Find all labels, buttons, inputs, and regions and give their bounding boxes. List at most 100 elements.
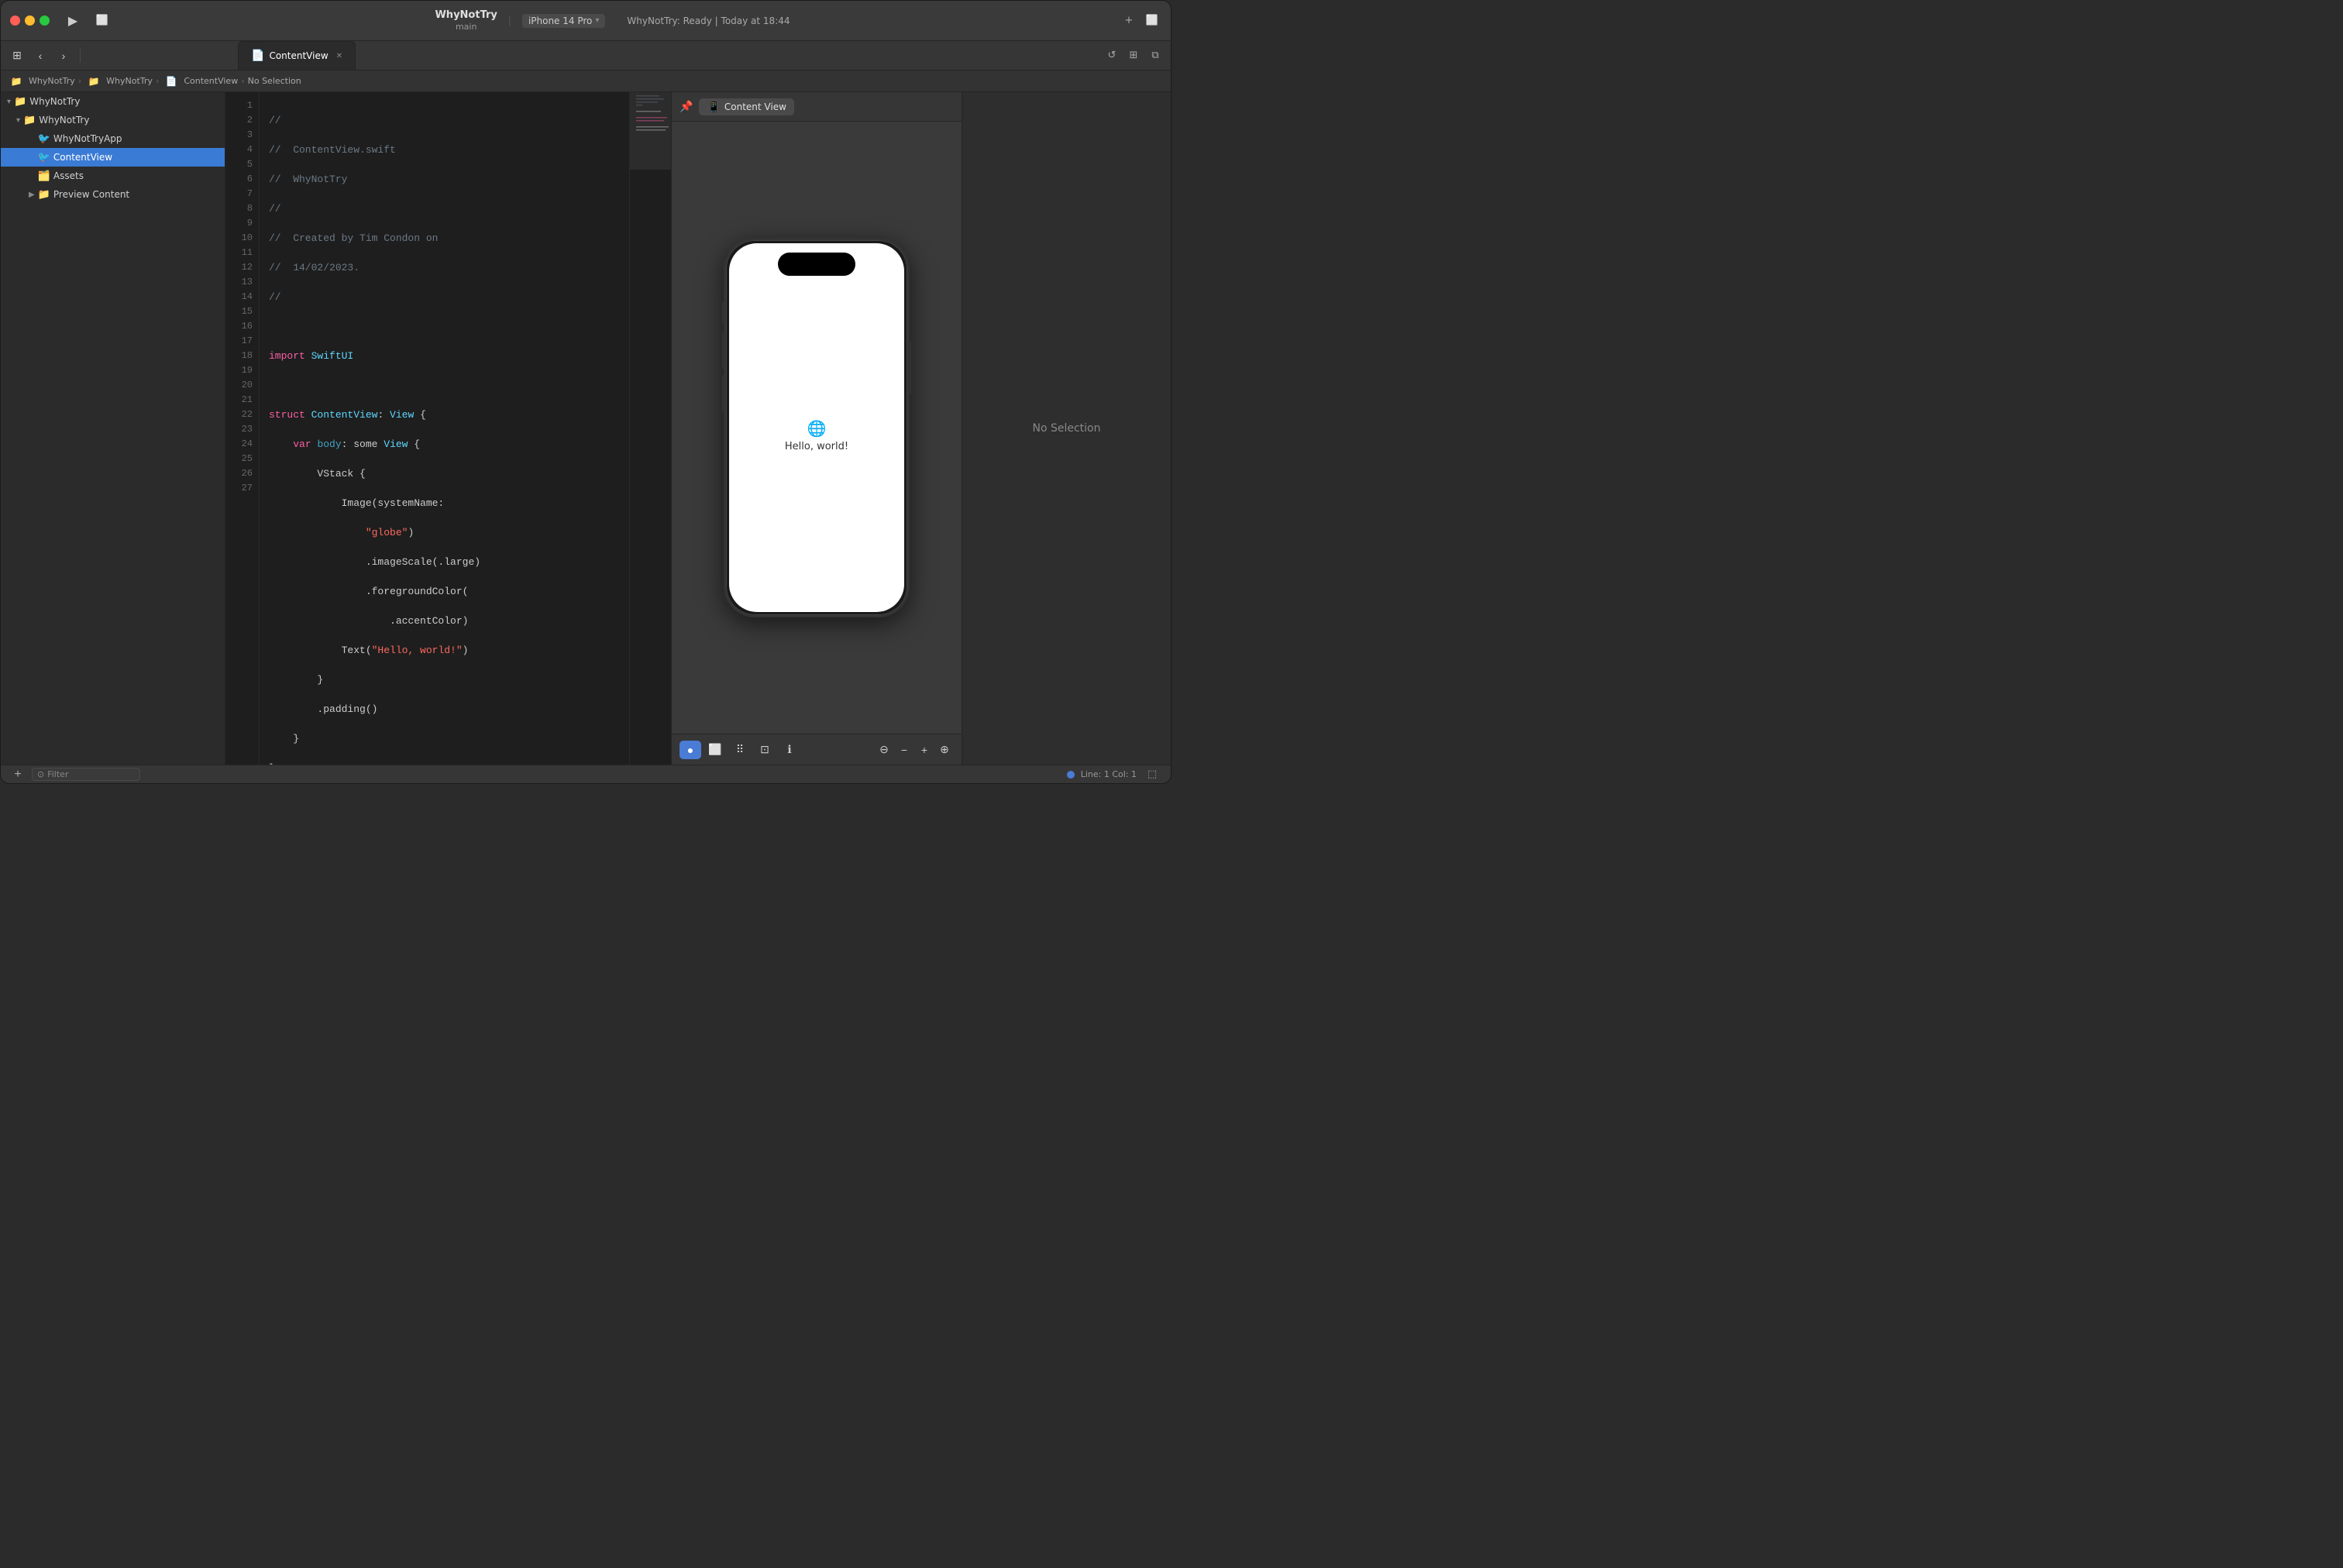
duplicate-view-button[interactable]: ⊡ <box>754 741 776 759</box>
zoom-fit-button[interactable]: ⊖ <box>875 741 893 758</box>
minimize-button[interactable] <box>25 15 35 26</box>
sidebar-item-whynottry-root[interactable]: ▾ 📁 WhyNotTry <box>1 92 225 111</box>
zoom-out-button[interactable]: − <box>895 741 913 758</box>
run-button[interactable]: ▶ <box>62 12 84 29</box>
titlebar: ▶ ⬜ WhyNotTry main | iPhone 14 Pro ▾ Why… <box>1 1 1171 41</box>
sidebar-item-label: WhyNotTry <box>29 96 80 107</box>
zoom-fill-button[interactable]: ⊕ <box>935 741 954 758</box>
device-preview-button[interactable]: ⬜ <box>704 741 726 759</box>
folder-icon: 📁 <box>38 189 50 201</box>
code-content[interactable]: // // ContentView.swift // WhyNotTry // … <box>260 92 629 765</box>
minimap-svg <box>630 92 671 247</box>
preview-device-icon: 📱 <box>707 101 720 113</box>
sidebar-item-contentview[interactable]: ▶ 🐦 ContentView <box>1 148 225 167</box>
breadcrumb-tab-bar: iPhone 14 Pro ▾ <box>522 14 605 28</box>
dynamic-island <box>778 253 855 276</box>
file-icon: 🐦 <box>38 133 50 145</box>
preview-header: 📌 📱 Content View <box>672 92 962 122</box>
sidebar-item-label: Assets <box>53 170 84 181</box>
iphone-volume-up-button <box>722 332 724 369</box>
folder-icon: 📁 <box>23 115 36 126</box>
project-info: WhyNotTry main <box>435 9 497 32</box>
build-status: WhyNotTry: Ready | Today at 18:44 <box>627 15 790 26</box>
status-indicator <box>1067 771 1075 779</box>
breadcrumb-back-button[interactable]: ‹ <box>30 47 50 64</box>
contentview-tab[interactable]: 📄 ContentView ✕ <box>238 41 356 70</box>
disclosure-icon: ▾ <box>16 116 20 125</box>
preview-tools-right: ⊖ − + ⊕ <box>875 741 954 758</box>
info-button[interactable]: ℹ <box>779 741 800 759</box>
preview-toolbar: ● ⬜ ⠿ ⊡ ℹ ⊖ − + ⊕ <box>672 734 962 765</box>
breadcrumb-part-4[interactable]: No Selection <box>248 76 301 86</box>
add-icon[interactable]: + <box>1120 12 1138 30</box>
project-name: WhyNotTry <box>435 9 497 22</box>
sidebar-item-whynottry-group[interactable]: ▾ 📁 WhyNotTry <box>1 111 225 129</box>
iphone-screen: 🌐 Hello, world! <box>729 243 904 612</box>
breadcrumb-part-1[interactable]: WhyNotTry <box>29 76 75 86</box>
inspector-icon[interactable]: ⬚ <box>1143 765 1161 784</box>
preview-title-button[interactable]: 📱 Content View <box>699 98 793 115</box>
device-name: iPhone 14 Pro <box>528 15 592 26</box>
sidebar-item-assets[interactable]: ▶ 🗂️ Assets <box>1 167 225 185</box>
tab-bar: 📄 ContentView ✕ <box>235 41 1099 70</box>
project-branch: main <box>456 22 477 32</box>
folder-icon: 📁 <box>14 96 26 108</box>
breadcrumb-sep-3: › <box>241 76 244 86</box>
assistant-editor-icon[interactable]: ⧉ <box>1146 46 1165 65</box>
sidebar-item-preview-content[interactable]: ▶ 📁 Preview Content <box>1 185 225 204</box>
disclosure-icon: ▾ <box>7 98 11 106</box>
filter-label: Filter <box>47 769 68 779</box>
breadcrumb-folder-icon: 📁 <box>84 72 103 91</box>
file-icon: 🐦 <box>38 152 50 163</box>
preview-title: Content View <box>724 101 786 112</box>
grid-view-button[interactable]: ⠿ <box>729 741 751 759</box>
globe-icon: 🌐 <box>807 419 827 438</box>
breadcrumb-part-3[interactable]: ContentView <box>184 76 238 86</box>
iphone-power-button <box>909 341 911 394</box>
filter-box[interactable]: ⊙ Filter <box>32 768 140 781</box>
assets-icon: 🗂️ <box>38 170 50 182</box>
sidebar-item-label: WhyNotTryApp <box>53 133 122 144</box>
preview-content: 🌐 Hello, world! <box>672 122 962 734</box>
toolbar: ⊞ ‹ › 📄 ContentView ✕ ↺ ⊞ ⧉ <box>1 41 1171 70</box>
sidebar-item-label: Preview Content <box>53 189 129 200</box>
breadcrumb-forward-button[interactable]: › <box>53 47 74 64</box>
close-button[interactable] <box>10 15 20 26</box>
breadcrumb-sep-2: › <box>156 76 159 86</box>
xcode-window: ▶ ⬜ WhyNotTry main | iPhone 14 Pro ▾ Why… <box>0 0 1172 784</box>
breadcrumb-bar: 📁 WhyNotTry › 📁 WhyNotTry › 📄 ContentVie… <box>1 70 1171 92</box>
pin-icon[interactable]: 📌 <box>680 101 693 113</box>
filter-icon: ⊙ <box>37 769 44 779</box>
sidebar-toggle-icon[interactable]: ⬜ <box>93 12 112 30</box>
breadcrumb-sep-1: › <box>78 76 81 86</box>
no-selection-label: No Selection <box>1032 422 1100 435</box>
tab-close-icon[interactable]: ✕ <box>336 52 342 60</box>
split-editor-icon[interactable]: ⊞ <box>1124 46 1143 65</box>
breadcrumb-part-2[interactable]: WhyNotTry <box>106 76 153 86</box>
toolbar-right: ↺ ⊞ ⧉ <box>1103 46 1165 65</box>
sidebar: ▾ 📁 WhyNotTry ▾ 📁 WhyNotTry ▶ 🐦 WhyNotTr… <box>1 92 225 765</box>
maximize-button[interactable] <box>40 15 50 26</box>
live-preview-button[interactable]: ● <box>680 741 701 759</box>
preview-tools-left: ● ⬜ ⠿ ⊡ ℹ <box>680 741 800 759</box>
inspector-toggle-icon[interactable]: ⬜ <box>1143 12 1161 30</box>
layout-buttons: ⬜ <box>93 12 112 30</box>
line-numbers: 12345 678910 1112131415 1617181920 21222… <box>225 92 260 765</box>
code-editor[interactable]: 12345 678910 1112131415 1617181920 21222… <box>225 92 629 765</box>
header-right-icons: + ⬜ <box>1120 12 1161 30</box>
status-bar: + ⊙ Filter Line: 1 Col: 1 ⬚ <box>1 765 1171 783</box>
sidebar-item-app[interactable]: ▶ 🐦 WhyNotTryApp <box>1 129 225 148</box>
iphone-silent-button <box>722 302 724 324</box>
hello-content: 🌐 Hello, world! <box>785 419 848 452</box>
device-selector[interactable]: iPhone 14 Pro ▾ <box>522 14 605 28</box>
inspector-panel: No Selection <box>962 92 1171 765</box>
navigator-toggle-button[interactable]: ⊞ <box>7 47 27 64</box>
breadcrumb-project-icon: 📁 <box>7 72 26 91</box>
breadcrumb-file-icon: 📄 <box>162 72 181 91</box>
zoom-in-button[interactable]: + <box>915 741 934 758</box>
refresh-icon[interactable]: ↺ <box>1103 46 1121 65</box>
minimap[interactable] <box>629 92 671 765</box>
add-file-button[interactable]: + <box>10 767 26 782</box>
titlebar-center: WhyNotTry main | iPhone 14 Pro ▾ WhyNotT… <box>118 9 1107 32</box>
iphone-mockup: 🌐 Hello, world! <box>724 238 910 617</box>
